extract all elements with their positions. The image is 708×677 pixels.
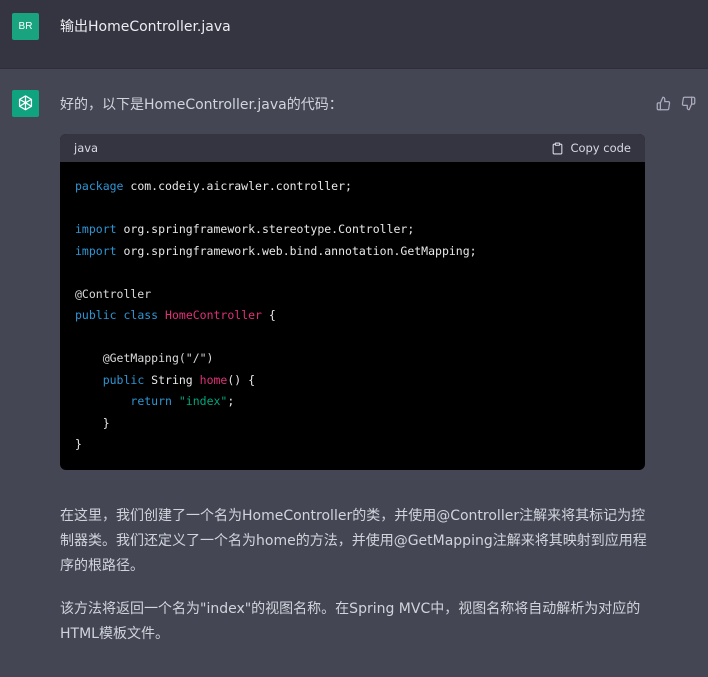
openai-logo-icon xyxy=(18,95,33,111)
explanation-paragraph-2: 该方法将返回一个名为"index"的视图名称。在Spring MVC中，视图名称… xyxy=(60,601,641,642)
code-token: HomeController xyxy=(165,308,262,322)
code-content: package com.codeiy.aicrawler.controller;… xyxy=(60,162,645,470)
user-message-row: BR 输出HomeController.java xyxy=(0,0,708,69)
code-token: @Controller xyxy=(75,286,152,301)
explanation-paragraph-1: 在这里，我们创建了一个名为HomeController的类，并使用@Contro… xyxy=(60,508,647,574)
code-token: com.codeiy.aicrawler.controller; xyxy=(123,179,352,193)
code-token: return xyxy=(130,394,172,408)
code-token: "index" xyxy=(178,394,228,408)
code-line: } xyxy=(75,413,630,435)
code-token: org.springframework.web.bind.annotation.… xyxy=(116,243,477,258)
code-line: return "index"; xyxy=(75,391,630,413)
code-line: public String home() { xyxy=(75,370,630,392)
code-token: ; xyxy=(227,394,235,408)
code-line: @Controller xyxy=(75,284,630,306)
code-token: org.springframework.stereotype.Controlle… xyxy=(116,222,415,236)
assistant-avatar xyxy=(12,90,39,117)
code-line: import org.springframework.web.bind.anno… xyxy=(75,241,630,263)
code-token: class xyxy=(123,308,159,322)
thumbs-up-icon xyxy=(656,96,670,110)
code-line: package com.codeiy.aicrawler.controller; xyxy=(75,176,630,198)
assistant-intro-text: 好的，以下是HomeController.java的代码： xyxy=(60,97,343,113)
thumbs-down-icon xyxy=(681,96,695,110)
code-token: public xyxy=(102,372,145,387)
thumbs-down-button[interactable] xyxy=(679,94,697,112)
code-line: public class HomeController { xyxy=(75,305,630,327)
code-block-header: java Copy code xyxy=(60,134,645,162)
code-line: ​ xyxy=(75,327,630,349)
code-token: @GetMapping("/") xyxy=(102,351,214,365)
code-line: import org.springframework.stereotype.Co… xyxy=(75,219,630,241)
thumbs-up-button[interactable] xyxy=(654,94,672,112)
code-token: { xyxy=(261,308,276,322)
code-token: } xyxy=(75,415,110,430)
code-line: ​ xyxy=(75,262,630,284)
code-line: @GetMapping("/") xyxy=(75,348,630,370)
code-token: package xyxy=(75,179,124,193)
copy-code-button[interactable]: Copy code xyxy=(551,141,631,155)
code-token: String xyxy=(144,372,200,387)
clipboard-icon xyxy=(553,142,563,154)
user-message-text: 输出HomeController.java xyxy=(60,19,231,35)
code-token: } xyxy=(75,437,82,451)
copy-code-label: Copy code xyxy=(570,141,631,155)
code-token: () { xyxy=(227,372,256,387)
code-token: home xyxy=(199,372,228,387)
user-avatar: BR xyxy=(12,13,39,40)
code-token: import xyxy=(75,222,117,236)
code-token: public xyxy=(75,308,117,322)
code-line: } xyxy=(75,434,630,456)
code-line: ​ xyxy=(75,198,630,220)
code-language-label: java xyxy=(74,141,99,155)
code-token: import xyxy=(75,243,117,258)
code-block: java Copy code package com.codeiy.aicraw… xyxy=(60,134,645,470)
